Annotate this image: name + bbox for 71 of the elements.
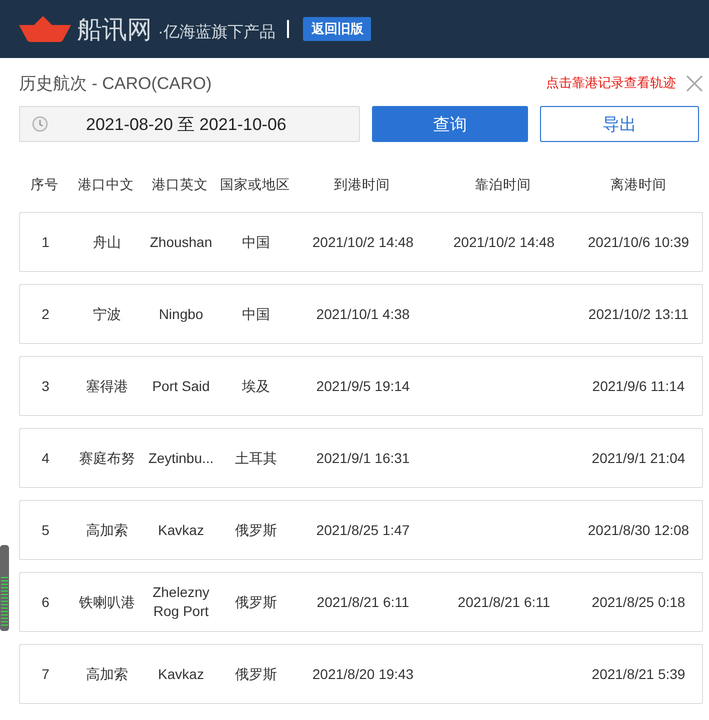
table-cell-text: 2021/10/6 10:39	[586, 232, 690, 252]
old-version-button[interactable]: 返回旧版	[303, 17, 372, 41]
table-cell-text: 俄罗斯	[234, 664, 278, 684]
port-call-row[interactable]: 7 高加索 Kavkaz 俄罗斯 2021/8/20 19:43 2021/8/21 5:39	[19, 644, 703, 704]
table-cell-text: 2021/8/20 19:43	[311, 664, 415, 684]
column-header: 靠泊时间	[474, 176, 532, 194]
port-call-row[interactable]: 6 铁喇叭港 Zhelezny Rog Port 俄罗斯 2021/8/21 6:11 2021/8/21 6:11 2021/8/25 0:18	[19, 572, 703, 632]
table-cell-text: 俄罗斯	[234, 520, 278, 540]
table-cell-text: 赛庭布努	[78, 448, 136, 468]
column-header: 国家或地区	[219, 176, 291, 194]
query-button[interactable]: 查询	[372, 106, 528, 142]
table-cell-text: 2021/8/21 6:11	[456, 592, 552, 612]
table-cell-text: 铁喇叭港	[78, 592, 136, 612]
column-header: 序号	[30, 176, 60, 194]
table-cell-text: 2	[40, 304, 50, 324]
port-call-row[interactable]: 3 塞得港 Port Said 埃及 2021/9/5 19:14 2021/9/6 11:14	[19, 356, 703, 416]
port-call-row[interactable]: 5 高加索 Kavkaz 俄罗斯 2021/8/25 1:47 2021/8/30 12:08	[19, 500, 703, 560]
panel-title: 历史航次 - CARO(CARO)	[19, 72, 213, 94]
port-call-row[interactable]: 4 赛庭布努 Zeytinbu... 土耳其 2021/9/1 16:31 2021/9/1 21:04	[19, 428, 703, 488]
table-cell-text: 高加索	[85, 520, 129, 540]
table-cell-text: 2021/10/2 14:48	[311, 232, 415, 252]
clock-icon	[32, 116, 48, 132]
table-cell-text: 2021/9/1 16:31	[315, 448, 411, 468]
date-range-field[interactable]: 2021-08-20 至 2021-10-06	[19, 106, 360, 142]
table-cell-text: 2021/9/6 11:14	[591, 376, 686, 396]
export-button[interactable]: 导出	[540, 106, 699, 142]
table-cell-text: 俄罗斯	[234, 592, 278, 612]
table-cell-text: 埃及	[241, 376, 271, 396]
column-header: 离港时间	[610, 176, 668, 194]
table-cell-text: Zeytinbu...	[147, 448, 215, 468]
tagline: ·亿海蓝旗下产品	[158, 22, 276, 42]
table-cell-text: Kavkaz	[157, 664, 205, 684]
port-call-row[interactable]: 2 宁波 Ningbo 中国 2021/10/1 4:38 2021/10/2 13:11	[19, 284, 703, 344]
table-cell-text: 7	[40, 664, 50, 684]
table-cell-text: 土耳其	[234, 448, 278, 468]
table-cell-text: Zhelezny Rog Port	[152, 583, 210, 621]
table-cell-text: 中国	[241, 232, 271, 252]
table-cell-text: 2021/10/2 13:11	[587, 304, 690, 324]
table-cell-text: 3	[40, 376, 50, 396]
table-cell-text: 6	[40, 592, 50, 612]
table-cell-text: Ningbo	[158, 304, 204, 324]
table-cell-text: 舟山	[92, 232, 122, 252]
table-cell-text: 2021/8/25 0:18	[590, 592, 686, 612]
boat-logo-icon	[19, 16, 71, 42]
level-meter-icon	[0, 545, 9, 631]
brand-name: 船讯网	[77, 14, 152, 46]
table-cell-text: 宁波	[92, 304, 122, 324]
table-cell-text: 2021/10/1 4:38	[315, 304, 411, 324]
table-cell-text: 2021/8/21 5:39	[590, 664, 686, 684]
table-cell-text: Port Said	[151, 376, 211, 396]
close-icon[interactable]	[686, 74, 703, 92]
table-cell-text: 1	[40, 232, 50, 252]
table-cell-text: 2021/10/2 14:48	[452, 232, 556, 252]
column-header: 港口英文	[151, 176, 209, 194]
date-range-value: 2021-08-20 至 2021-10-06	[86, 114, 286, 136]
table-cell-text: 2021/8/25 1:47	[315, 520, 411, 540]
hint-text: 点击靠港记录查看轨迹	[546, 74, 676, 92]
table-cell-text: 2021/8/21 6:11	[316, 592, 410, 612]
table-cell-text: 5	[40, 520, 50, 540]
table-cell-text: Zhoushan	[148, 232, 214, 252]
port-call-row[interactable]: 1 舟山 Zhoushan 中国 2021/10/2 14:48 2021/10/2 14:48 2021/10/6 10:39	[19, 212, 703, 272]
table-cell-text: 2021/9/1 21:04	[590, 448, 686, 468]
table-cell-text: 塞得港	[85, 376, 129, 396]
column-header: 到港时间	[333, 176, 391, 194]
column-header: 港口中文	[77, 176, 135, 194]
table-cell-text: 4	[40, 448, 50, 468]
table-cell-text: 高加索	[85, 664, 129, 684]
table-cell-text: 中国	[241, 304, 271, 324]
table-cell-text: 2021/8/30 12:08	[586, 520, 690, 540]
table-cell-text: Kavkaz	[157, 520, 205, 540]
table-cell-text: 2021/9/5 19:14	[315, 376, 411, 396]
